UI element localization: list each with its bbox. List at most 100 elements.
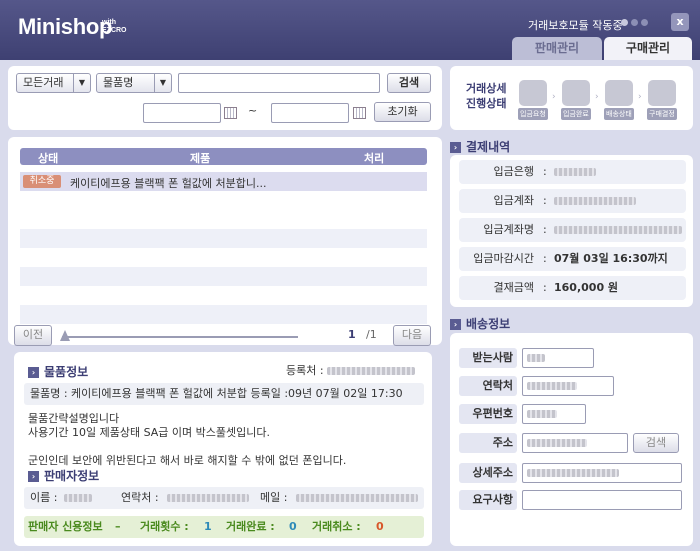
col-status: 상태: [38, 152, 59, 165]
bank-value: [554, 168, 596, 176]
step-deposit-request: 입금요청: [518, 80, 548, 120]
zipcode-value: [527, 410, 557, 418]
desc-line: 군인인데 보안에 위반된다고 해서 바로 해지할 수 밖에 없던 폰입니다.: [28, 454, 347, 467]
trade-done-value: 0: [289, 520, 297, 533]
tab-buy-manage[interactable]: 구매관리: [604, 37, 692, 60]
step-shipping: 배송상태: [604, 80, 634, 120]
address-value: [527, 439, 587, 447]
item-section-title: › 물품정보: [28, 363, 88, 380]
prev-button[interactable]: 이전: [14, 325, 52, 346]
request-input[interactable]: [522, 490, 682, 510]
credit-sep: –: [115, 520, 121, 533]
shipping-section-label: 배송정보: [466, 317, 511, 331]
seller-contact-value: [167, 494, 249, 502]
contact-input[interactable]: [522, 376, 614, 396]
contact-label: 연락처: [459, 376, 517, 396]
detail-address-label: 상세주소: [459, 463, 517, 483]
credit-title: 판매자 신용정보: [28, 520, 103, 533]
desc-line: 사용기간 10일 제품상태 SA급 이며 박스풀셋입니다.: [28, 426, 270, 439]
slider-handle[interactable]: [60, 330, 70, 341]
step-label: 구매결정: [647, 108, 677, 120]
grid-header: 상태 제품 처리: [20, 148, 427, 165]
calendar-icon[interactable]: [224, 107, 237, 119]
arrow-right-icon: ›: [552, 92, 556, 102]
page-slider[interactable]: [62, 336, 298, 338]
seller-section-label: 판매자정보: [44, 469, 100, 483]
seller-email-label: 메일 :: [260, 491, 288, 504]
seller-email-value: [296, 494, 418, 502]
seller-info-bar: 이름 : 연락처 : 메일 :: [24, 487, 424, 509]
start-date-input[interactable]: [143, 103, 221, 123]
tab-sell-manage[interactable]: 판매관리: [512, 37, 602, 60]
bank-label: 입금은행: [493, 165, 534, 178]
deposit-request-icon: [518, 80, 547, 106]
box-icon: [604, 80, 633, 106]
next-button[interactable]: 다음: [393, 325, 431, 346]
arrow-right-icon: ›: [450, 319, 461, 330]
table-row-empty: [20, 305, 427, 324]
address-input[interactable]: [522, 433, 628, 453]
field-filter-select[interactable]: 물품명 ▼: [96, 73, 172, 93]
table-row-empty: [20, 267, 427, 286]
reset-button[interactable]: 초기화: [374, 102, 431, 122]
recipient-input[interactable]: [522, 348, 594, 368]
payment-row-account-name: 입금계좌명:: [459, 218, 686, 242]
arrow-right-icon: ›: [595, 92, 599, 102]
page-total: /1: [366, 328, 377, 341]
payment-row-amount: 결재금액:160,000 원: [459, 276, 686, 300]
item-description: 물품간략설명입니다 사용기간 10일 제품상태 SA급 이며 박스풀셋입니다. …: [28, 412, 346, 468]
account-name-value: [554, 226, 682, 234]
search-panel: 모든거래 ▼ 물품명 ▼ 검색 ~ 초기화: [8, 66, 442, 130]
calendar-icon[interactable]: [353, 107, 366, 119]
arrow-right-icon: ›: [28, 471, 39, 482]
colon: :: [543, 165, 547, 178]
payment-row-account: 입금계좌:: [459, 189, 686, 213]
app-logo: Minishop: [18, 14, 113, 39]
account-label: 입금계좌: [493, 194, 534, 207]
date-range-separator: ~: [248, 104, 258, 117]
search-button[interactable]: 검색: [387, 73, 431, 93]
field-filter-value: 물품명: [103, 76, 134, 89]
app-window: Minishop with EZCRO 거래보호모듈 작동중 x 판매관리 구매관…: [0, 0, 700, 551]
status-badge: 취소중: [23, 175, 61, 188]
col-action: 처리: [364, 152, 385, 165]
end-date-input[interactable]: [271, 103, 349, 123]
step-deposit-done: 입금완료: [561, 80, 591, 120]
trade-filter-select[interactable]: 모든거래 ▼: [16, 73, 91, 93]
payment-section-title: › 결제내역: [450, 138, 510, 155]
protection-status: 거래보호모듈 작동중: [528, 19, 623, 32]
trade-count-label: 거래횟수 :: [140, 520, 189, 533]
contact-value: [527, 382, 577, 390]
amount-value: 160,000 원: [554, 281, 619, 294]
colon: :: [543, 252, 547, 265]
desc-line: 물품간략설명입니다: [28, 412, 120, 425]
trade-status-title-line: 진행상태: [466, 97, 507, 110]
seller-store-label: 등록처 :: [286, 364, 324, 377]
title-bar: Minishop with EZCRO 거래보호모듈 작동중 x 판매관리 구매관…: [0, 0, 700, 60]
search-input[interactable]: [178, 73, 380, 93]
detail-address-input[interactable]: [522, 463, 682, 483]
step-label: 입금완료: [561, 108, 591, 120]
trade-filter-value: 모든거래: [23, 76, 64, 89]
address-search-button[interactable]: 검색: [633, 433, 679, 453]
product-cell: 케이티에프용 블랙팩 폰 헐값에 처분합니...: [70, 177, 267, 190]
deposit-done-icon: [561, 80, 590, 106]
page-current: 1: [348, 328, 356, 341]
item-name-line: 물품명 : 케이티에프용 블랙팩 폰 헐값에 처분합 등록일 :09년 07월 …: [30, 387, 403, 400]
chevron-down-icon: ▼: [73, 74, 90, 92]
deadline-label: 입금마감시간: [473, 252, 534, 265]
amount-label: 결재금액: [493, 281, 534, 294]
seller-contact-label: 연락처 :: [121, 491, 159, 504]
account-name-label: 입금계좌명: [483, 223, 534, 236]
recipient-value: [527, 354, 545, 362]
payment-row-deadline: 입금마감시간:07월 03일 16:30까지: [459, 247, 686, 271]
close-button[interactable]: x: [671, 13, 689, 31]
zipcode-input[interactable]: [522, 404, 586, 424]
deadline-value: 07월 03일 16:30까지: [554, 252, 668, 265]
seller-credit-bar: 판매자 신용정보 – 거래횟수 : 1 거래완료 : 0 거래취소 : 0: [24, 516, 424, 538]
arrow-right-icon: ›: [450, 142, 461, 153]
step-purchase-decision: 구매결정: [647, 80, 677, 120]
seller-name-label: 이름 :: [30, 491, 58, 504]
table-row[interactable]: 취소중 케이티에프용 블랙팩 폰 헐값에 처분합니...: [20, 172, 427, 191]
colon: :: [543, 281, 547, 294]
